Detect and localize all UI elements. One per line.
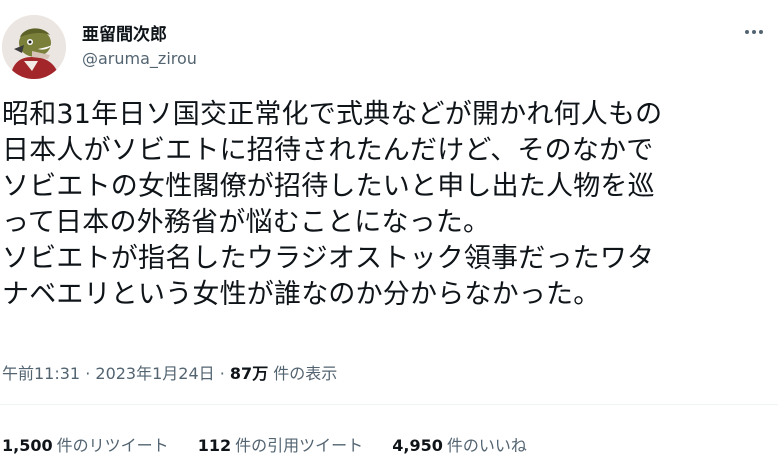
- more-options-button[interactable]: [738, 20, 770, 44]
- meta-separator: ·: [214, 364, 230, 383]
- meta-separator: ·: [80, 364, 96, 383]
- quotes-stat[interactable]: 112 件の引用ツイート: [198, 432, 363, 456]
- avatar[interactable]: [2, 15, 66, 79]
- tweet-text-line: 日本人がソビエトに招待されたんだけど、そのなかで: [2, 135, 654, 166]
- tweet-text-line: ソビエトの女性閣僚が招待したいと申し出た人物を巡: [2, 171, 655, 202]
- display-name[interactable]: 亜留間次郎: [82, 20, 167, 45]
- tweet-text: 昭和31年日ソ国交正常化で式典などが開かれ何人もの 日本人がソビエトに招待された…: [2, 97, 774, 313]
- tweet-header: 亜留間次郎 @aruma_zirou: [0, 0, 778, 90]
- retweets-label: 件のリツイート: [56, 436, 169, 455]
- tweet-meta: 午前11:31 · 2023年1月24日 · 87万 件の表示: [2, 360, 337, 384]
- retweets-count: 1,500: [2, 436, 53, 455]
- likes-count: 4,950: [392, 436, 443, 455]
- tweet-date[interactable]: 2023年1月24日: [95, 364, 214, 383]
- tweet-text-line: って日本の外務省が悩むことになった。: [2, 207, 491, 238]
- quotes-label: 件の引用ツイート: [235, 436, 364, 455]
- cartoon-character-avatar-icon: [2, 15, 66, 79]
- more-options-icon: [745, 30, 763, 34]
- tweet-text-line: ソビエトが指名したウラジオストック領事だったワタ: [2, 243, 655, 274]
- tweet-time[interactable]: 午前11:31: [2, 364, 80, 383]
- tweet-text-line: 昭和31年日ソ国交正常化で式典などが開かれ何人もの: [2, 99, 663, 130]
- likes-stat[interactable]: 4,950 件のいいね: [392, 432, 527, 456]
- likes-label: 件のいいね: [446, 436, 527, 455]
- retweets-stat[interactable]: 1,500 件のリツイート: [2, 432, 169, 456]
- tweet-stats: 1,500 件のリツイート 112 件の引用ツイート 4,950 件のいいね: [2, 432, 551, 456]
- divider: [0, 404, 778, 405]
- user-handle[interactable]: @aruma_zirou: [82, 49, 197, 68]
- views-count: 87万: [229, 364, 269, 383]
- views-label: 件の表示: [268, 364, 338, 383]
- tweet-text-line: ナベエリという女性が誰なのか分からなかった。: [2, 279, 601, 310]
- quotes-count: 112: [197, 436, 232, 455]
